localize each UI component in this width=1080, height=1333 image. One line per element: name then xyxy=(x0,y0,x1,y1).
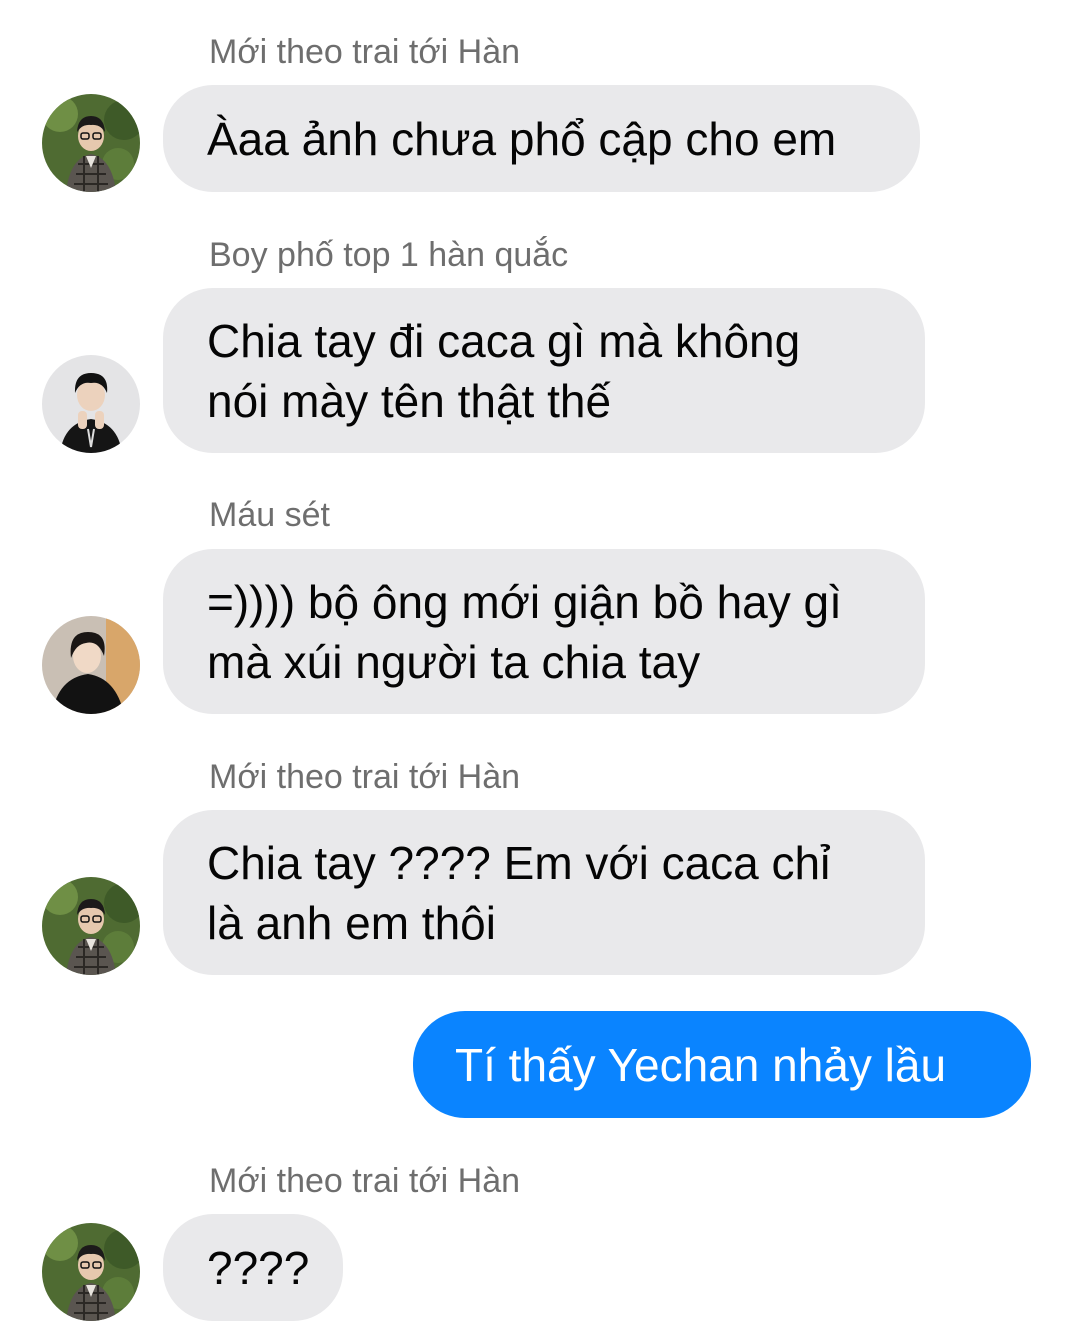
avatar[interactable] xyxy=(42,877,140,975)
sender-name: Boy phố top 1 hàn quắc xyxy=(209,236,569,274)
avatar-glasses-plaid-shirt-icon xyxy=(42,1223,140,1321)
avatar[interactable] xyxy=(42,1223,140,1321)
sender-name: Mới theo trai tới Hàn xyxy=(209,33,521,71)
message-text: Tí thấy Yechan nhảy lầu xyxy=(455,1038,947,1091)
sender-name: Máu sét xyxy=(209,496,330,534)
message-bubble[interactable]: Àaa ảnh chưa phổ cập cho em xyxy=(163,85,920,192)
outgoing-message-bubble[interactable]: Tí thấy Yechan nhảy lầu xyxy=(413,1011,1031,1118)
message-text: Chia tay ???? Em với caca chỉ là anh em … xyxy=(207,836,831,949)
avatar-glasses-plaid-shirt-icon xyxy=(42,877,140,975)
message-bubble[interactable]: ???? xyxy=(163,1214,343,1321)
avatar[interactable] xyxy=(42,94,140,192)
message-text: ???? xyxy=(207,1241,310,1294)
avatar-glasses-plaid-shirt-icon xyxy=(42,94,140,192)
avatar-black-jacket-icon xyxy=(42,616,140,714)
message-text: Àaa ảnh chưa phổ cập cho em xyxy=(207,112,837,165)
sender-name: Mới theo trai tới Hàn xyxy=(209,1162,521,1200)
avatar-dark-hair-hands-up-icon xyxy=(42,355,140,453)
sender-name: Mới theo trai tới Hàn xyxy=(209,758,521,796)
avatar[interactable] xyxy=(42,355,140,453)
message-text: =)))) bộ ông mới giận bồ hay gì mà xúi n… xyxy=(207,575,842,688)
message-bubble[interactable]: =)))) bộ ông mới giận bồ hay gì mà xúi n… xyxy=(163,549,925,714)
message-text: Chia tay đi caca gì mà không nói mày tên… xyxy=(207,314,801,427)
avatar[interactable] xyxy=(42,616,140,714)
message-bubble[interactable]: Chia tay ???? Em với caca chỉ là anh em … xyxy=(163,810,925,975)
message-bubble[interactable]: Chia tay đi caca gì mà không nói mày tên… xyxy=(163,288,925,453)
